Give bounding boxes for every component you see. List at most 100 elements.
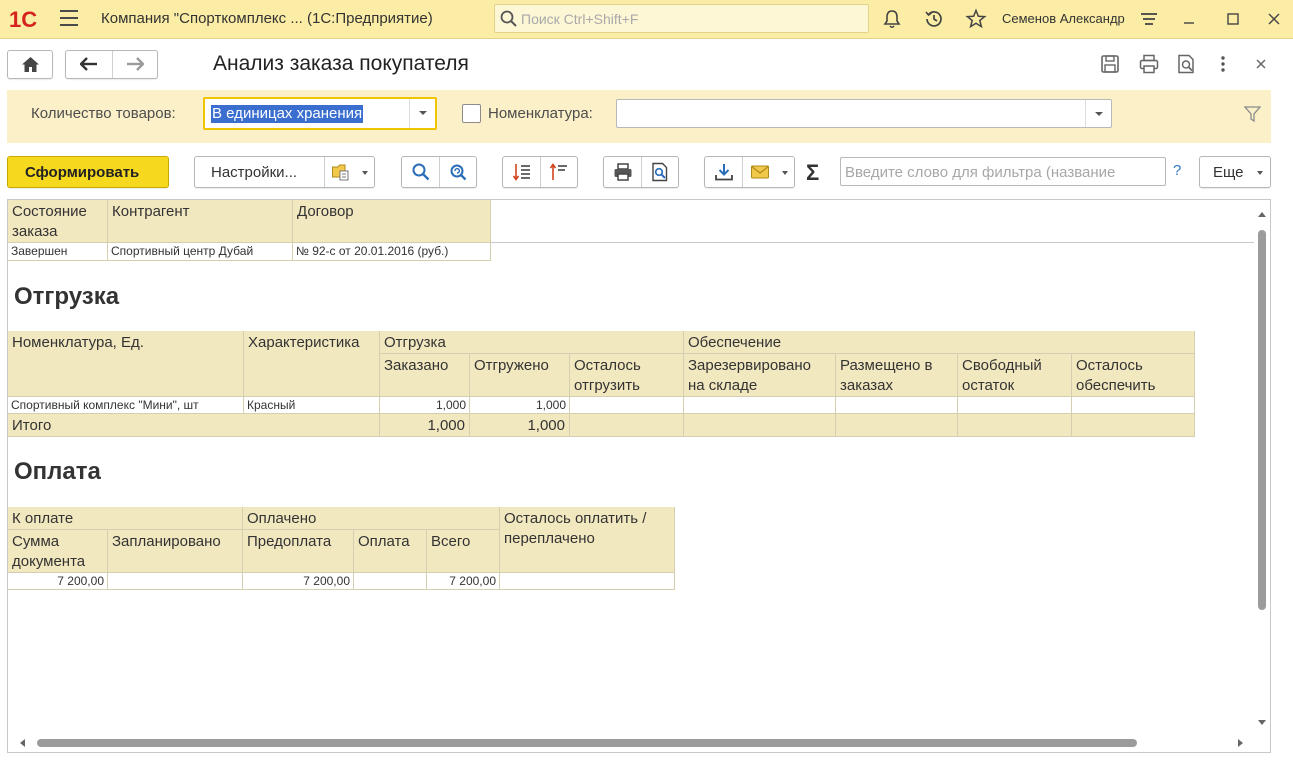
bell-icon[interactable] (881, 8, 903, 30)
ship-row-ordered: 1,000 (380, 397, 470, 414)
pay-col-payment: Оплата (354, 530, 427, 573)
expand-groups-icon (512, 164, 530, 181)
main-menu-icon[interactable] (60, 10, 78, 26)
find-button[interactable] (402, 157, 439, 187)
nomenclature-checkbox[interactable] (462, 104, 481, 123)
help-link[interactable]: ? (1173, 162, 1181, 179)
horizontal-scrollbar[interactable] (16, 736, 1252, 748)
chevron-down-icon (782, 171, 788, 175)
print-icon[interactable] (1138, 53, 1160, 75)
collapse-groups-icon (549, 163, 567, 180)
settings-menu-icon[interactable] (1138, 8, 1160, 30)
print-button[interactable] (604, 157, 641, 187)
scroll-right-icon[interactable] (1238, 739, 1243, 747)
ship-col-remaining-line2: отгрузить (574, 377, 640, 394)
pay-row-planned (108, 573, 243, 590)
scroll-down-icon[interactable] (1258, 720, 1266, 725)
send-email-button[interactable] (743, 157, 794, 187)
settings-label: Настройки... (211, 164, 298, 181)
global-search-input[interactable]: Поиск Ctrl+Shift+F (494, 4, 869, 33)
collapse-groups-button[interactable] (541, 157, 577, 187)
home-icon (22, 57, 39, 72)
close-form-icon[interactable] (1250, 53, 1272, 75)
maximize-icon[interactable] (1222, 8, 1244, 30)
svg-text:1С: 1С (9, 7, 37, 31)
chevron-down-icon (362, 171, 368, 175)
preview-icon (652, 162, 668, 182)
report-spreadsheet[interactable]: Состояние заказа Контрагент Договор Заве… (7, 199, 1271, 753)
ship-total-reserved (684, 414, 836, 437)
funnel-icon[interactable] (1244, 106, 1261, 122)
ship-col-ordered-text: Заказано (384, 357, 449, 374)
print-preview-button[interactable] (642, 157, 678, 187)
ship-total-label: Итого (8, 414, 380, 437)
home-button[interactable] (7, 50, 53, 79)
nomenclature-field[interactable] (616, 99, 1112, 128)
minimize-icon[interactable] (1178, 8, 1200, 30)
history-icon[interactable] (923, 8, 945, 30)
vertical-scrollbar[interactable] (1256, 210, 1268, 728)
ship-total-placed (836, 414, 958, 437)
horizontal-scroll-thumb[interactable] (37, 739, 1137, 747)
chevron-down-icon (419, 111, 427, 115)
ship-col-characteristic: Характеристика (244, 331, 380, 397)
save-icon[interactable] (1099, 53, 1121, 75)
prov-col-remaining-line1: Осталось (1076, 357, 1143, 374)
pay-row-payment (354, 573, 427, 590)
hdr-col-contract: Договор (293, 200, 491, 243)
pay-col-planned: Запланировано (108, 530, 243, 573)
more-actions-icon[interactable] (1212, 53, 1234, 75)
sum-icon[interactable]: Σ (806, 160, 819, 186)
find-next-button[interactable] (440, 157, 476, 187)
forward-button[interactable] (113, 51, 157, 78)
back-button[interactable] (66, 51, 112, 78)
more-label: Еще (1213, 164, 1244, 181)
history-nav (65, 50, 158, 79)
ship-col-shipped: Отгружено (470, 354, 570, 397)
search-icon (412, 163, 430, 181)
prov-col-placed-line2: заказах (840, 377, 894, 394)
ship-row-to-provide (1072, 397, 1195, 414)
arrow-right-icon (127, 57, 144, 71)
prov-col-remaining-line2: обеспечить (1076, 377, 1156, 394)
generate-button[interactable]: Сформировать (7, 156, 169, 188)
scroll-up-icon[interactable] (1258, 212, 1266, 217)
header-separator (491, 242, 1254, 243)
pay-group-to-pay: К оплате (8, 507, 243, 530)
ship-row-shipped: 1,000 (470, 397, 570, 414)
user-name[interactable]: Семенов Александр (1002, 11, 1125, 26)
preview-icon[interactable] (1175, 53, 1197, 75)
contract-value: № 92-с от 20.01.2016 (руб.) (293, 243, 491, 261)
pay-row-total: 7 200,00 (427, 573, 500, 590)
nomenclature-dropdown-button[interactable] (1085, 100, 1111, 127)
vertical-scroll-thumb[interactable] (1258, 230, 1266, 610)
ship-row-characteristic: Красный (244, 397, 380, 414)
prov-col-free-line1: Свободный (962, 357, 1042, 374)
variants-button[interactable] (325, 157, 374, 187)
more-button[interactable]: Еще (1199, 156, 1271, 188)
hdr-col-state-line1: Состояние (12, 203, 87, 220)
expand-groups-button[interactable] (503, 157, 540, 187)
hdr-col-contract-text: Договор (297, 203, 354, 220)
ship-col-ordered: Заказано (380, 354, 470, 397)
qty-dropdown-button[interactable] (409, 99, 435, 128)
1c-logo-icon[interactable]: 1С (9, 7, 47, 31)
ship-row-reserved (684, 397, 836, 414)
prov-col-reserved-line2: на складе (688, 377, 758, 394)
page-title: Анализ заказа покупателя (213, 52, 469, 75)
print-icon (614, 163, 632, 181)
filter-placeholder: Введите слово для фильтра (название (845, 164, 1116, 181)
report-filter-input[interactable]: Введите слово для фильтра (название (840, 157, 1166, 186)
scroll-left-icon[interactable] (20, 739, 25, 747)
prov-col-reserved: Зарезервировано на складе (684, 354, 836, 397)
star-icon[interactable] (965, 8, 987, 30)
ship-row-placed (836, 397, 958, 414)
pay-col-payment-text: Оплата (358, 533, 410, 550)
pay-col-doc-sum-line1: Сумма (12, 533, 60, 550)
settings-button[interactable]: Настройки... (195, 157, 324, 187)
pay-col-prepayment-text: Предоплата (247, 533, 332, 550)
close-icon[interactable] (1263, 8, 1285, 30)
prov-col-reserved-line1: Зарезервировано (688, 357, 811, 374)
save-to-file-button[interactable] (705, 157, 742, 187)
qty-units-select[interactable]: В единицах хранения (203, 97, 437, 130)
